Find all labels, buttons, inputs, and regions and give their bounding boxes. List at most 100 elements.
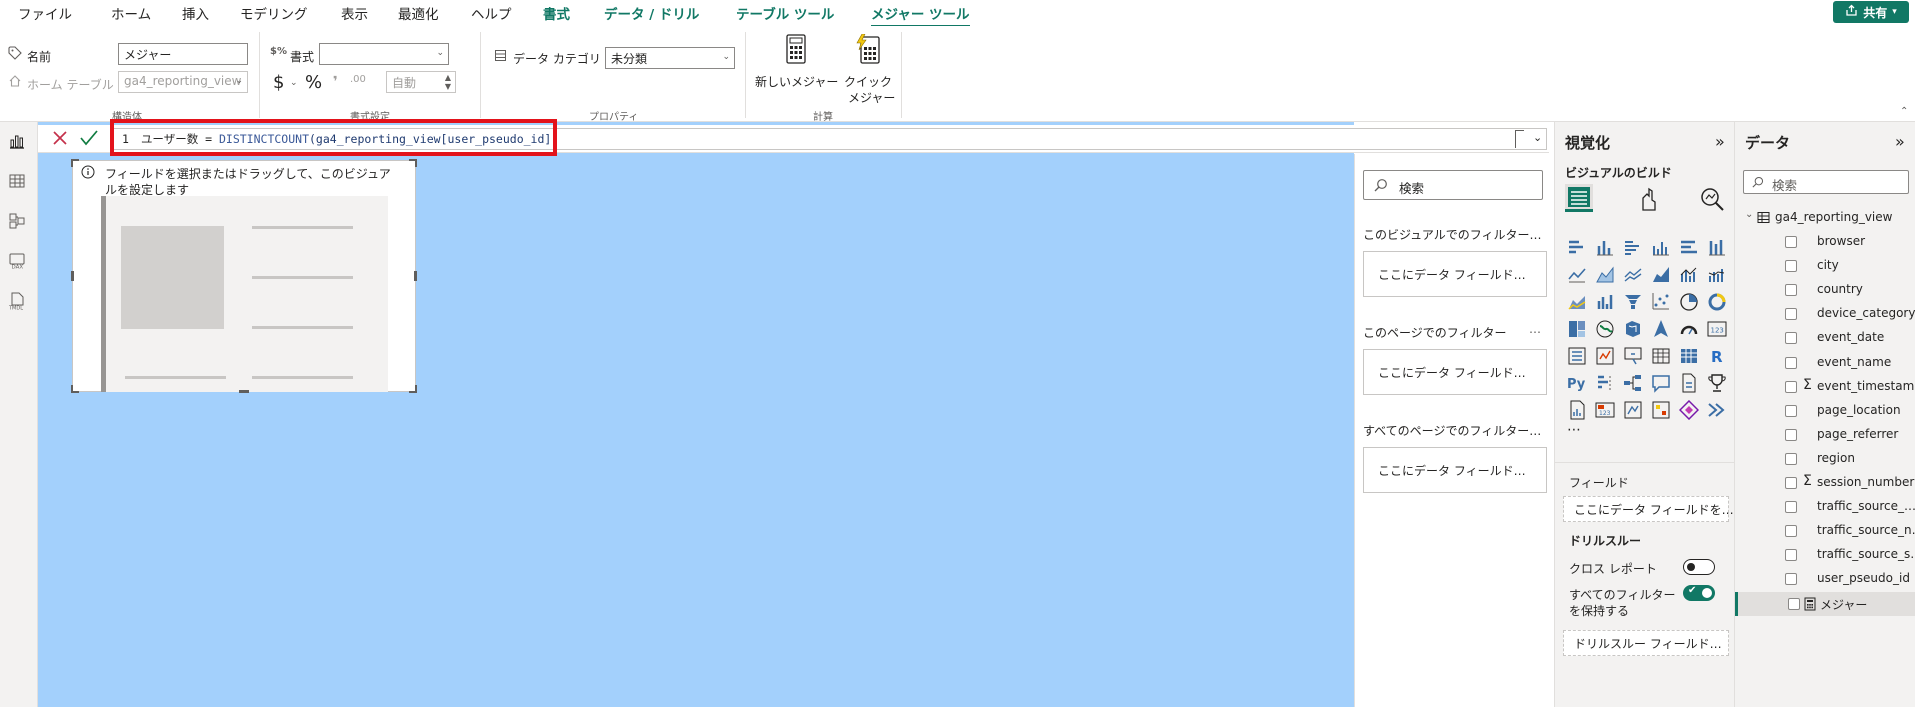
field-checkbox[interactable] [1785, 573, 1797, 586]
resize-handle[interactable] [409, 159, 417, 167]
format-visual-icon[interactable] [1635, 186, 1661, 215]
visual-type-icon[interactable] [1679, 373, 1699, 393]
tab-format[interactable]: 書式 [543, 3, 570, 23]
resize-handle[interactable] [71, 385, 79, 393]
field-row[interactable]: traffic_source_… [1735, 495, 1915, 519]
field-row[interactable]: device_category [1735, 302, 1915, 326]
field-row[interactable]: country [1735, 278, 1915, 302]
dax-query-view-icon[interactable]: DAX [8, 252, 28, 272]
resize-handle[interactable] [409, 385, 417, 393]
menu-file[interactable]: ファイル [18, 3, 72, 23]
visual-type-icon[interactable] [1623, 319, 1643, 339]
model-view-icon[interactable] [8, 212, 28, 232]
new-measure-button[interactable]: 新しいメジャー [753, 34, 838, 106]
visual-type-icon[interactable]: Py [1567, 373, 1587, 393]
visual-type-icon[interactable] [1651, 400, 1671, 420]
visual-type-icon[interactable] [1623, 292, 1643, 312]
visual-type-icon[interactable] [1595, 346, 1615, 366]
resize-handle[interactable] [71, 271, 74, 281]
drillthrough-drop-zone[interactable]: ドリルスルー フィールド… [1563, 630, 1729, 656]
field-row[interactable]: browser [1735, 230, 1915, 254]
field-checkbox[interactable] [1785, 428, 1797, 441]
visual-type-icon[interactable] [1623, 346, 1643, 366]
table-node[interactable]: ⌄ ga4_reporting_view [1735, 206, 1915, 230]
menu-optimize[interactable]: 最適化 [398, 3, 439, 23]
field-checkbox[interactable] [1785, 477, 1797, 489]
field-row[interactable]: page_referrer [1735, 423, 1915, 447]
visual-type-icon[interactable] [1651, 265, 1671, 285]
menu-insert[interactable]: 挿入 [182, 3, 209, 23]
visual-type-icon[interactable] [1679, 265, 1699, 285]
visual-type-icon[interactable] [1707, 265, 1727, 285]
field-checkbox[interactable] [1785, 356, 1797, 369]
chevron-down-icon[interactable]: ⌄ [1745, 209, 1753, 220]
resize-handle[interactable] [239, 390, 249, 393]
visual-type-icon[interactable]: 123 [1707, 319, 1727, 339]
visual-type-icon[interactable] [1679, 238, 1699, 258]
field-checkbox[interactable] [1788, 597, 1800, 610]
build-visual-tab[interactable] [1565, 184, 1593, 212]
empty-visual[interactable]: フィールドを選択またはドラッグして、このビジュア ルを設定します [71, 159, 417, 393]
field-checkbox[interactable] [1785, 452, 1797, 465]
more-options-icon[interactable]: … [1529, 322, 1541, 336]
field-row[interactable]: event_name [1735, 351, 1915, 375]
visual-type-icon[interactable] [1595, 238, 1615, 258]
visual-type-icon[interactable] [1679, 319, 1699, 339]
visual-type-icon[interactable] [1595, 373, 1615, 393]
collapse-ribbon-icon[interactable]: ⌃ [1900, 106, 1908, 117]
commit-edit-icon[interactable] [80, 130, 98, 149]
percent-button[interactable]: % [305, 72, 322, 93]
cancel-edit-icon[interactable] [52, 130, 68, 149]
format-select[interactable]: ⌄ [319, 43, 449, 65]
field-checkbox[interactable] [1785, 525, 1797, 538]
field-checkbox[interactable] [1785, 236, 1797, 248]
visual-type-icon[interactable] [1651, 292, 1671, 312]
visual-type-icon[interactable] [1595, 265, 1615, 285]
visual-type-icon[interactable] [1623, 238, 1643, 258]
field-row[interactable]: Σsession_number [1735, 471, 1915, 495]
visual-type-icon[interactable] [1707, 238, 1727, 258]
visual-type-icon[interactable]: R [1707, 346, 1727, 366]
field-checkbox[interactable] [1785, 260, 1797, 273]
field-row[interactable]: traffic_source_s… [1735, 543, 1915, 567]
tmdl-view-icon[interactable]: TMDL [8, 292, 28, 312]
visual-type-icon[interactable] [1651, 319, 1671, 339]
visual-type-icon[interactable] [1623, 265, 1643, 285]
menu-home[interactable]: ホーム [111, 3, 151, 23]
cross-report-toggle[interactable] [1683, 559, 1715, 575]
visual-type-icon[interactable] [1623, 400, 1643, 420]
visual-type-icon[interactable] [1623, 373, 1643, 393]
share-button[interactable]: 共有 ▾ [1833, 1, 1909, 23]
field-checkbox[interactable] [1785, 308, 1797, 321]
field-row[interactable]: event_date [1735, 326, 1915, 350]
field-checkbox[interactable] [1785, 332, 1797, 345]
visual-type-icon[interactable] [1707, 373, 1727, 393]
visual-type-icon[interactable] [1595, 292, 1615, 312]
visual-type-icon[interactable] [1595, 319, 1615, 339]
field-checkbox[interactable] [1785, 549, 1797, 562]
quick-measure-button[interactable]: クイック メジャー [841, 33, 895, 106]
currency-button[interactable]: $ [273, 72, 284, 93]
collapse-pane-icon[interactable]: » [1715, 132, 1725, 151]
visual-type-icon[interactable] [1707, 292, 1727, 312]
filter-all-pages-drop-zone[interactable]: ここにデータ フィールド… [1363, 447, 1547, 493]
visual-type-icon[interactable] [1651, 346, 1671, 366]
menu-help[interactable]: ヘルプ [471, 3, 512, 23]
visual-type-icon[interactable] [1567, 400, 1587, 420]
filter-page-drop-zone[interactable]: ここにデータ フィールド… [1363, 349, 1547, 395]
collapse-pane-icon[interactable]: » [1895, 132, 1905, 151]
visual-type-icon[interactable]: 123 [1595, 400, 1615, 420]
expand-formula-icon[interactable]: ⌄ [1533, 131, 1542, 144]
visual-type-icon[interactable] [1567, 319, 1587, 339]
keep-filters-toggle[interactable]: ✔ [1683, 585, 1715, 601]
name-field[interactable]: メジャー [118, 43, 248, 65]
filter-visual-drop-zone[interactable]: ここにデータ フィールド… [1363, 251, 1547, 297]
data-category-select[interactable]: 未分類 ⌄ [605, 47, 735, 69]
tab-table-tools[interactable]: テーブル ツール [736, 3, 834, 23]
field-checkbox[interactable] [1785, 404, 1797, 417]
resize-handle[interactable] [71, 159, 79, 167]
menu-view[interactable]: 表示 [341, 3, 368, 23]
visual-type-icon[interactable] [1567, 265, 1587, 285]
analytics-icon[interactable] [1699, 186, 1725, 215]
field-row[interactable]: user_pseudo_id [1735, 567, 1915, 591]
